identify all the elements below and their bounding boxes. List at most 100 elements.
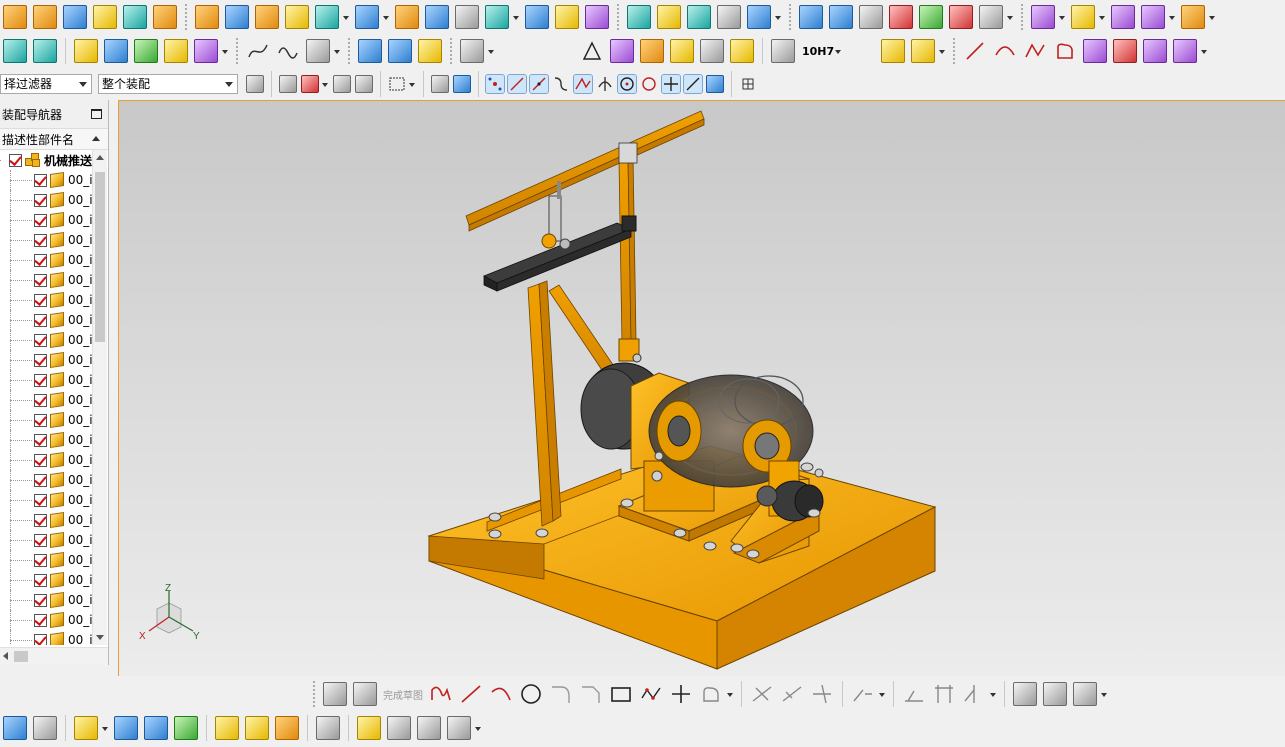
visibility-checkbox[interactable]: [34, 333, 47, 347]
snap-point-icon[interactable]: [485, 74, 505, 94]
select-all-icon[interactable]: [246, 75, 264, 93]
auto-dimension-icon[interactable]: [962, 682, 986, 706]
navigator-vertical-scrollbar[interactable]: [92, 150, 107, 645]
sketch-icon[interactable]: [323, 682, 347, 706]
swept-surface-icon[interactable]: [919, 5, 943, 29]
dropdown-arrow[interactable]: [382, 5, 390, 29]
endpoint-snap-icon[interactable]: [507, 74, 527, 94]
control-point-icon[interactable]: [552, 75, 570, 93]
extrude-icon[interactable]: [3, 5, 27, 29]
visibility-checkbox[interactable]: [34, 513, 47, 527]
visibility-checkbox[interactable]: [34, 393, 47, 407]
selection-filter-combo[interactable]: 择过滤器: [0, 74, 92, 94]
gear-set-icon[interactable]: [670, 39, 694, 63]
dropdown-arrow[interactable]: [101, 716, 109, 740]
scroll-left-icon[interactable]: [3, 652, 8, 660]
table-icon[interactable]: [610, 39, 634, 63]
point-set-icon[interactable]: [640, 39, 664, 63]
midpoint-snap-icon[interactable]: [529, 74, 549, 94]
replace-component-icon[interactable]: [275, 716, 299, 740]
intersect-curve-icon[interactable]: [1143, 39, 1168, 63]
tree-item-row[interactable]: 00_i: [0, 590, 92, 610]
visibility-checkbox[interactable]: [34, 593, 47, 607]
select-filter-icon[interactable]: [301, 75, 319, 93]
dropdown-arrow[interactable]: [1168, 5, 1176, 29]
make-corner-icon[interactable]: [810, 682, 834, 706]
rapid-dimension-icon[interactable]: [932, 682, 956, 706]
pattern-feature-icon[interactable]: [195, 5, 219, 29]
grid-snap-icon[interactable]: [739, 75, 757, 93]
wcs-icon[interactable]: [74, 39, 98, 63]
component-group-icon[interactable]: [245, 716, 269, 740]
block-icon[interactable]: [63, 5, 87, 29]
dropdown-arrow[interactable]: [989, 682, 997, 706]
visibility-checkbox[interactable]: [34, 253, 47, 267]
select-edge-icon[interactable]: [333, 75, 351, 93]
dropdown-arrow[interactable]: [321, 72, 329, 96]
sketch-line-icon[interactable]: [459, 682, 483, 706]
dropdown-arrow[interactable]: [1200, 39, 1208, 63]
collapse-icon[interactable]: [0, 159, 1, 161]
dropdown-arrow[interactable]: [1098, 5, 1106, 29]
scroll-down-icon[interactable]: [96, 635, 104, 640]
dropdown-arrow[interactable]: [1058, 5, 1066, 29]
tree-item-row[interactable]: 00_i: [0, 390, 92, 410]
spring-icon[interactable]: [388, 39, 412, 63]
assembly-navigator-icon[interactable]: [3, 716, 27, 740]
tree-item-row[interactable]: 00_i: [0, 370, 92, 390]
arc-center-icon[interactable]: [596, 75, 614, 93]
rough-curve-icon[interactable]: [246, 39, 270, 63]
fillet-icon[interactable]: [549, 682, 573, 706]
visibility-checkbox[interactable]: [34, 353, 47, 367]
insert-component-icon[interactable]: [74, 716, 98, 740]
tree-item-row[interactable]: 00_i: [0, 270, 92, 290]
dropdown-arrow[interactable]: [1006, 5, 1014, 29]
dropdown-arrow[interactable]: [408, 72, 416, 96]
scroll-up-icon[interactable]: [96, 155, 104, 160]
clearance-analysis-icon[interactable]: [316, 716, 340, 740]
hole-icon[interactable]: [747, 5, 771, 29]
sort-ascending-icon[interactable]: [92, 136, 100, 141]
visibility-checkbox[interactable]: [34, 193, 47, 207]
dropdown-arrow[interactable]: [342, 5, 350, 29]
rectangle-icon[interactable]: [609, 682, 633, 706]
tree-item-row[interactable]: 00_i: [0, 550, 92, 570]
replace-face-icon[interactable]: [485, 5, 509, 29]
wave-geometry-icon[interactable]: [417, 716, 441, 740]
triangle-sketch-icon[interactable]: [580, 39, 604, 63]
sweep-icon[interactable]: [123, 5, 147, 29]
tree-item-row[interactable]: 00_i: [0, 350, 92, 370]
quadrant-point-icon[interactable]: [640, 75, 658, 93]
tree-item-row[interactable]: 00_i: [0, 570, 92, 590]
thicken-icon[interactable]: [425, 5, 449, 29]
visibility-checkbox[interactable]: [34, 213, 47, 227]
scroll-thumb[interactable]: [95, 172, 105, 342]
offset-face-icon[interactable]: [315, 5, 339, 29]
datum-plane-icon[interactable]: [104, 39, 128, 63]
visibility-checkbox[interactable]: [34, 233, 47, 247]
extract-body-icon[interactable]: [285, 5, 309, 29]
tree-item-row[interactable]: 00_i: [0, 230, 92, 250]
visibility-checkbox[interactable]: [34, 633, 47, 645]
dropdown-arrow[interactable]: [878, 682, 886, 706]
visibility-checkbox[interactable]: [34, 313, 47, 327]
dropdown-arrow[interactable]: [1208, 5, 1216, 29]
trim-body-icon[interactable]: [355, 5, 379, 29]
sew-icon[interactable]: [455, 5, 479, 29]
maximize-icon[interactable]: [91, 109, 102, 119]
dropdown-arrow[interactable]: [726, 682, 734, 706]
constraint-icon[interactable]: [144, 716, 168, 740]
scroll-thumb[interactable]: [14, 651, 28, 662]
circle-center-icon[interactable]: [617, 74, 637, 94]
graphics-viewport[interactable]: Z X Y: [118, 100, 1285, 676]
datum-csys-icon[interactable]: [164, 39, 188, 63]
dropdown-arrow[interactable]: [333, 39, 341, 63]
dropdown-arrow[interactable]: [487, 39, 495, 63]
ruled-surface-icon[interactable]: [979, 5, 1003, 29]
visibility-checkbox[interactable]: [34, 433, 47, 447]
tree-item-row[interactable]: 00_i: [0, 630, 92, 645]
bearing-icon[interactable]: [418, 39, 442, 63]
drawing-sheet-icon[interactable]: [700, 39, 724, 63]
show-constraints-icon[interactable]: [174, 716, 198, 740]
dimension-icon[interactable]: [902, 682, 926, 706]
